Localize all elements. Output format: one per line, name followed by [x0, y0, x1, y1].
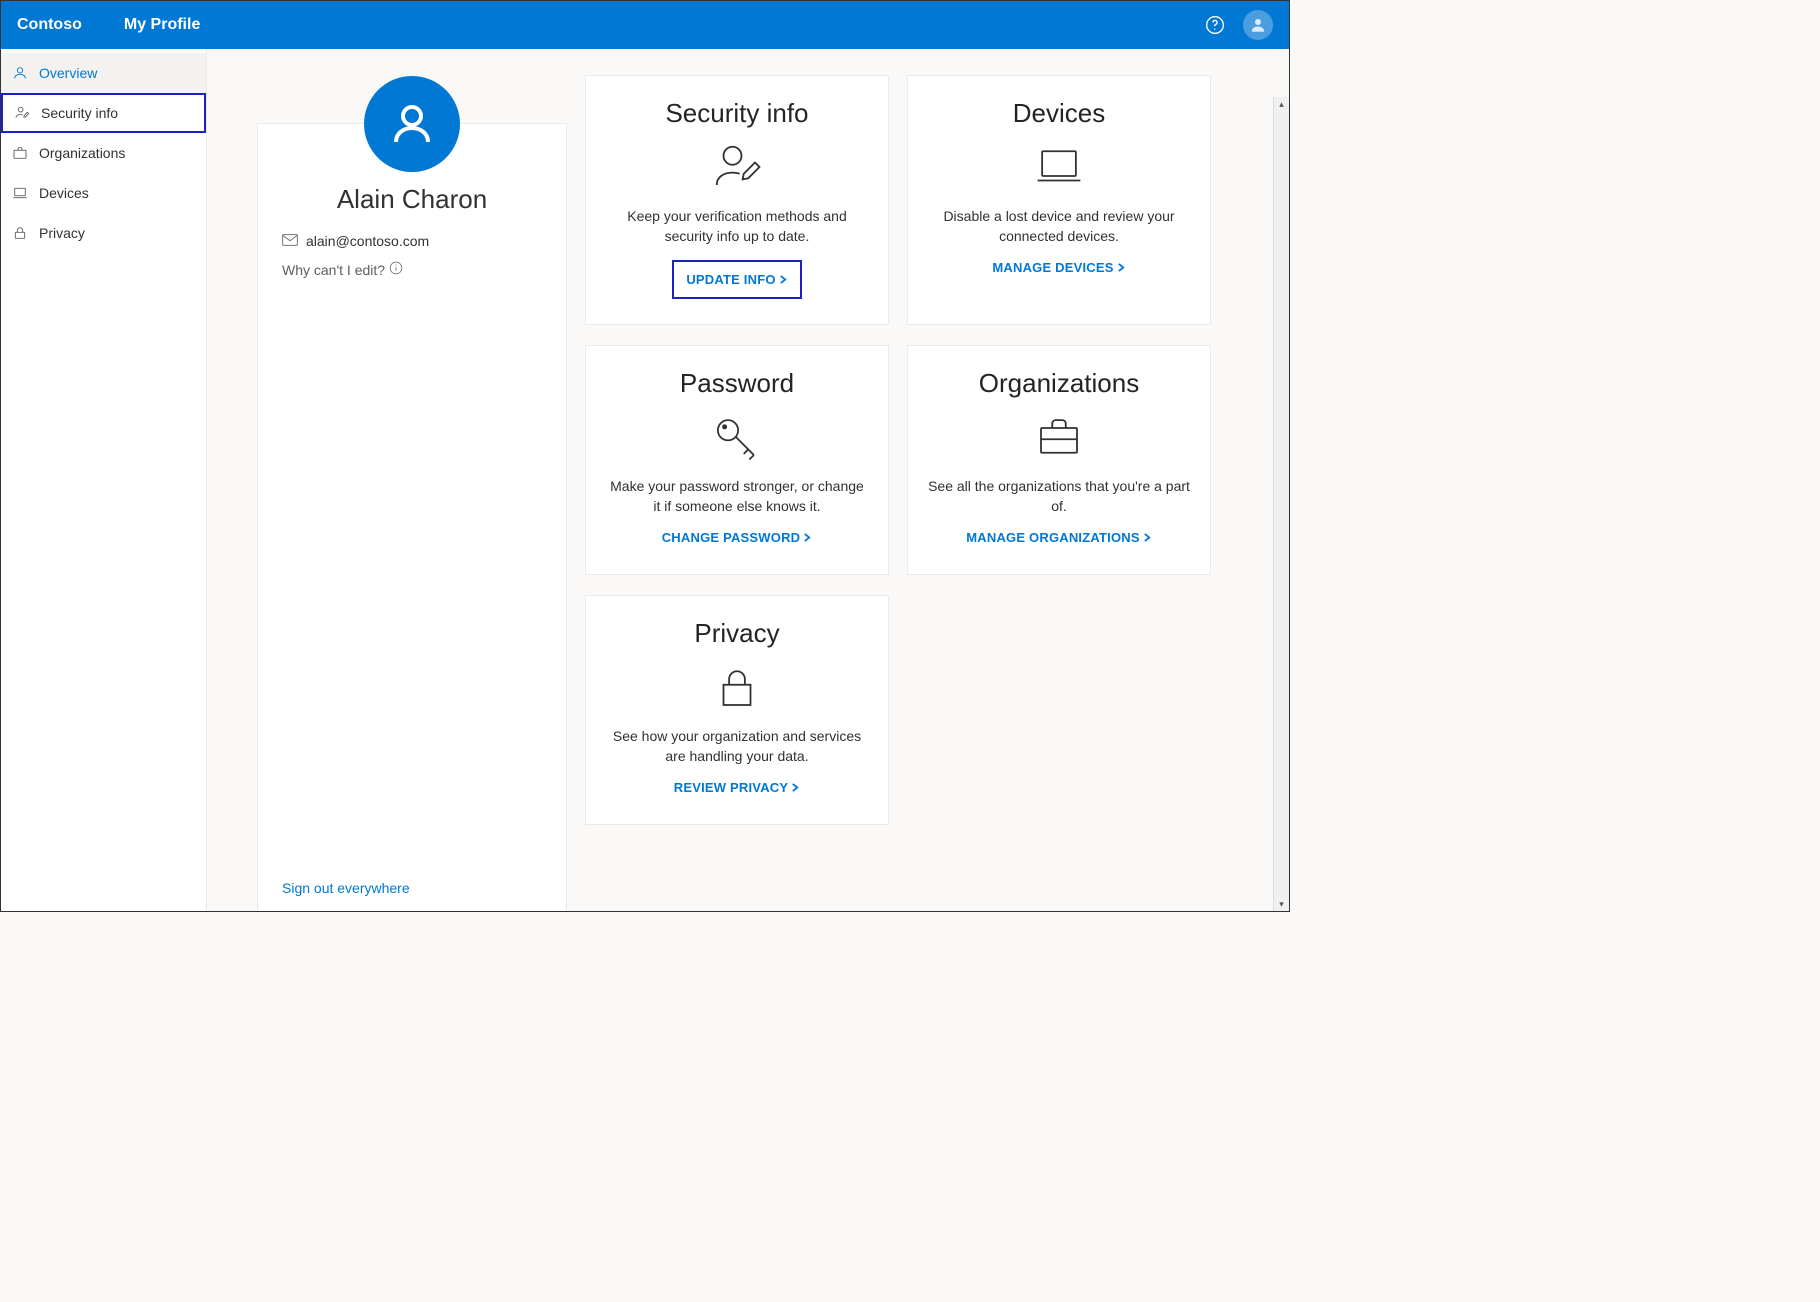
security-info-icon: [710, 139, 764, 195]
app-window: Contoso My Profile Overview Security inf…: [0, 0, 1290, 912]
mail-icon: [282, 233, 298, 249]
sign-out-everywhere-link[interactable]: Sign out everywhere: [282, 880, 410, 896]
sidebar: Overview Security info Organizations Dev…: [1, 49, 207, 911]
tile-action-label: MANAGE DEVICES: [992, 260, 1113, 275]
tile-desc: Disable a lost device and review your co…: [928, 207, 1190, 246]
scrollbar[interactable]: ▴ ▾: [1273, 97, 1289, 911]
tile-security-info: Security info Keep your verification met…: [585, 75, 889, 325]
tile-action-label: REVIEW PRIVACY: [674, 780, 789, 795]
sidebar-item-label: Security info: [41, 105, 118, 121]
sidebar-item-privacy[interactable]: Privacy: [1, 213, 206, 253]
sidebar-item-label: Privacy: [39, 225, 85, 241]
main-content: Alain Charon alain@contoso.com Why can't…: [207, 49, 1289, 911]
info-icon: [389, 261, 403, 278]
brand-name[interactable]: Contoso: [17, 16, 124, 34]
sidebar-item-label: Devices: [39, 185, 89, 201]
page-title: My Profile: [124, 16, 200, 34]
lock-icon: [11, 225, 29, 241]
tile-action-label: UPDATE INFO: [686, 272, 775, 287]
sidebar-item-security-info[interactable]: Security info: [1, 93, 206, 133]
key-icon: [710, 409, 764, 465]
tile-title: Devices: [1013, 98, 1105, 129]
person-icon: [11, 65, 29, 81]
tile-title: Password: [680, 368, 794, 399]
manage-organizations-button[interactable]: MANAGE ORGANIZATIONS: [966, 530, 1151, 545]
tile-organizations: Organizations See all the organizations …: [907, 345, 1211, 575]
tile-desc: See all the organizations that you're a …: [928, 477, 1190, 516]
tile-title: Organizations: [979, 368, 1139, 399]
sidebar-item-label: Organizations: [39, 145, 125, 161]
scroll-up-icon[interactable]: ▴: [1279, 97, 1284, 111]
edit-hint-text: Why can't I edit?: [282, 262, 385, 278]
manage-devices-button[interactable]: MANAGE DEVICES: [992, 260, 1125, 275]
laptop-icon: [1032, 139, 1086, 195]
sidebar-item-overview[interactable]: Overview: [1, 53, 206, 93]
edit-hint[interactable]: Why can't I edit?: [282, 261, 542, 278]
change-password-button[interactable]: CHANGE PASSWORD: [662, 530, 813, 545]
briefcase-icon: [1032, 409, 1086, 465]
lock-icon: [710, 659, 764, 715]
review-privacy-button[interactable]: REVIEW PRIVACY: [674, 780, 801, 795]
scroll-down-icon[interactable]: ▾: [1279, 897, 1284, 911]
profile-email-text: alain@contoso.com: [306, 233, 429, 249]
header-bar: Contoso My Profile: [1, 1, 1289, 49]
account-avatar[interactable]: [1243, 10, 1273, 40]
update-info-button[interactable]: UPDATE INFO: [672, 260, 801, 299]
chevron-right-icon: [803, 533, 812, 542]
profile-avatar: [364, 76, 460, 172]
sidebar-item-devices[interactable]: Devices: [1, 173, 206, 213]
tile-title: Security info: [665, 98, 808, 129]
tile-privacy: Privacy See how your organization and se…: [585, 595, 889, 825]
chevron-right-icon: [1143, 533, 1152, 542]
tile-desc: See how your organization and services a…: [606, 727, 868, 766]
laptop-icon: [11, 185, 29, 201]
tile-devices: Devices Disable a lost device and review…: [907, 75, 1211, 325]
tile-action-label: MANAGE ORGANIZATIONS: [966, 530, 1139, 545]
sidebar-item-organizations[interactable]: Organizations: [1, 133, 206, 173]
tile-title: Privacy: [694, 618, 779, 649]
profile-name: Alain Charon: [282, 184, 542, 215]
profile-card: Alain Charon alain@contoso.com Why can't…: [257, 123, 567, 911]
tile-password: Password Make your password stronger, or…: [585, 345, 889, 575]
chevron-right-icon: [779, 275, 788, 284]
briefcase-icon: [11, 145, 29, 161]
tile-action-label: CHANGE PASSWORD: [662, 530, 801, 545]
sidebar-item-label: Overview: [39, 65, 97, 81]
tile-desc: Make your password stronger, or change i…: [606, 477, 868, 516]
tile-desc: Keep your verification methods and secur…: [606, 207, 868, 246]
help-icon[interactable]: [1195, 15, 1235, 35]
profile-email: alain@contoso.com: [282, 233, 542, 249]
chevron-right-icon: [1117, 263, 1126, 272]
chevron-right-icon: [791, 783, 800, 792]
security-info-icon: [13, 105, 31, 121]
